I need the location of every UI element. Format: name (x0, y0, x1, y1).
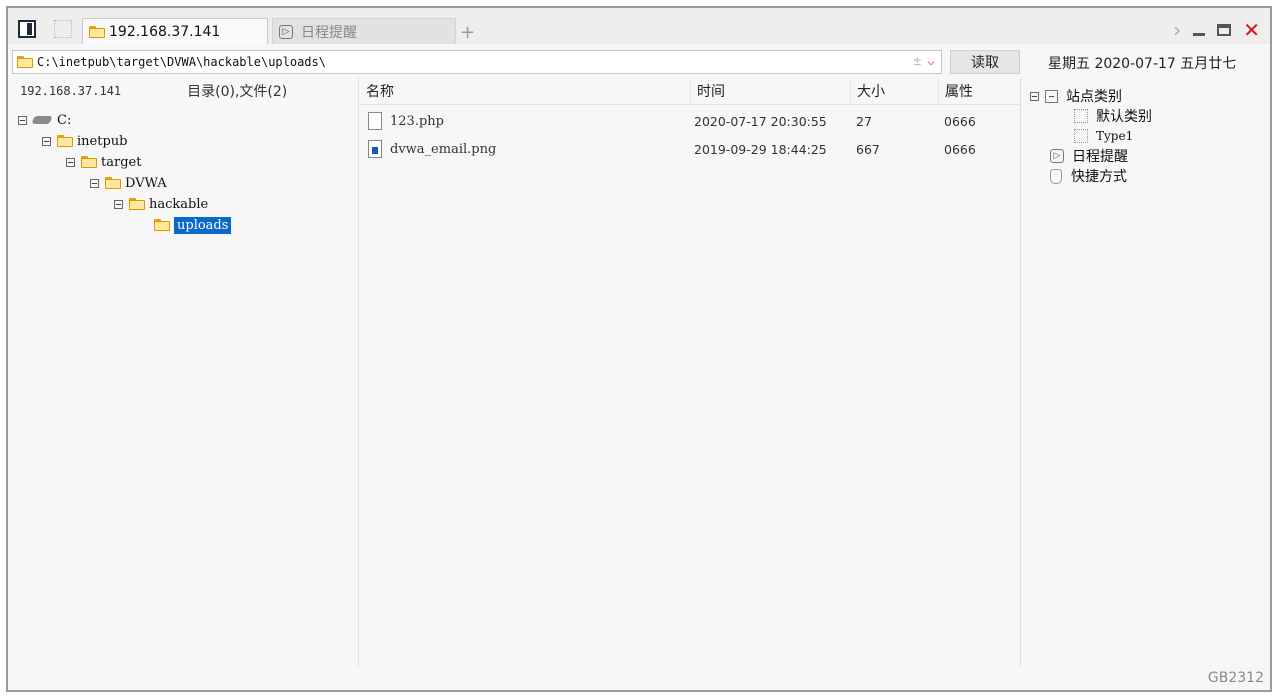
encoding-status[interactable]: GB2312 (1208, 670, 1264, 686)
chevron-right-icon[interactable]: › (1173, 18, 1181, 42)
folder-icon (129, 198, 145, 210)
tree-item-target[interactable]: target (66, 152, 141, 172)
tab-site[interactable]: 192.168.37.141 (82, 18, 268, 44)
folder-icon (81, 156, 97, 168)
directory-header: 192.168.37.141 目录(0),文件(2) (8, 78, 358, 104)
tree-item-label: target (101, 154, 142, 170)
image-file-icon (368, 140, 382, 158)
tab-label: 日程提醒 (301, 24, 357, 41)
date-display: 星期五 2020-07-17 五月廿七 (1048, 56, 1237, 72)
file-icon (368, 112, 382, 130)
file-list-header: 名称 时间 大小 属性 (360, 78, 1020, 105)
folder-icon (17, 56, 33, 68)
path-tools: ± ⌵ (913, 54, 935, 69)
folder-icon (89, 25, 105, 38)
panel-toggle-icon[interactable] (18, 20, 36, 38)
hand-icon (1050, 168, 1062, 184)
category-item-icon (1074, 129, 1088, 143)
collapse-icon[interactable] (42, 136, 51, 146)
file-name: dvwa_email.png (390, 142, 497, 157)
item-count: 目录(0),文件(2) (187, 84, 288, 100)
minimize-button[interactable] (1193, 32, 1206, 36)
collapse-icon[interactable] (90, 178, 99, 188)
path-text: C:\inetpub\target\DVWA\hackable\uploads\ (37, 55, 326, 69)
blank-tab-icon[interactable] (54, 20, 72, 38)
tree-item-hackable[interactable]: hackable (114, 194, 208, 214)
tree-item-label: Type1 (1096, 129, 1134, 143)
file-time: 2020-07-17 20:30:55 (694, 114, 827, 129)
tree-item-site-category[interactable]: 站点类别 (1030, 86, 1122, 106)
file-name: 123.php (390, 114, 444, 129)
schedule-icon: ▷ (1050, 149, 1064, 163)
file-row[interactable]: 123.php 2020-07-17 20:30:55 27 0666 (360, 112, 1020, 136)
tree-item-label: C: (57, 112, 72, 128)
directory-pane: 192.168.37.141 目录(0),文件(2) C: inetpub ta… (8, 78, 359, 666)
category-icon (1045, 89, 1058, 103)
tree-item-default-category[interactable]: 默认类别 (1074, 106, 1152, 126)
tree-item-schedule[interactable]: ▷ 日程提醒 (1050, 146, 1128, 166)
tree-item-inetpub[interactable]: inetpub (42, 131, 127, 151)
category-item-icon (1074, 109, 1088, 123)
file-row[interactable]: dvwa_email.png 2019-09-29 18:44:25 667 0… (360, 140, 1020, 164)
file-list-pane: 名称 时间 大小 属性 123.php 2020-07-17 20:30:55 … (360, 78, 1021, 666)
tab-bar: 192.168.37.141 ▷ 日程提醒 + › ✕ (8, 8, 1270, 44)
tree-item-type1[interactable]: Type1 (1074, 126, 1133, 146)
close-button[interactable]: ✕ (1243, 20, 1260, 40)
collapse-icon[interactable] (1030, 91, 1039, 101)
column-name[interactable]: 名称 (360, 78, 690, 104)
tree-item-shortcuts[interactable]: 快捷方式 (1050, 166, 1127, 186)
drive-icon (31, 116, 53, 124)
file-size: 667 (856, 142, 880, 157)
tab-schedule[interactable]: ▷ 日程提醒 (272, 18, 456, 44)
tree-item-label: 站点类别 (1066, 89, 1122, 105)
category-pane: 站点类别 默认类别 Type1 ▷ 日程提醒 快捷方式 (1022, 78, 1270, 666)
file-attr: 0666 (944, 114, 976, 129)
column-time[interactable]: 时间 (690, 78, 850, 104)
file-time: 2019-09-29 18:44:25 (694, 142, 827, 157)
add-tab-button[interactable]: + (460, 22, 475, 43)
host-ip: 192.168.37.141 (20, 84, 122, 98)
tree-item-drive[interactable]: C: (18, 110, 71, 130)
tab-label: 192.168.37.141 (109, 23, 221, 40)
tree-item-dvwa[interactable]: DVWA (90, 173, 167, 193)
folder-icon (105, 177, 121, 189)
path-input[interactable]: C:\inetpub\target\DVWA\hackable\uploads\… (12, 50, 942, 74)
folder-icon (154, 219, 170, 231)
app-window: 192.168.37.141 ▷ 日程提醒 + › ✕ C:\inetpub\t… (6, 6, 1272, 692)
file-attr: 0666 (944, 142, 976, 157)
read-button[interactable]: 读取 (950, 50, 1020, 74)
tree-item-uploads[interactable]: uploads (154, 215, 232, 235)
tree-item-label: 默认类别 (1096, 109, 1152, 125)
file-size: 27 (856, 114, 872, 129)
tree-item-label: DVWA (125, 175, 167, 191)
column-size[interactable]: 大小 (850, 78, 938, 104)
collapse-icon[interactable] (18, 115, 27, 125)
plus-minus-icon[interactable]: ± (913, 54, 921, 69)
tree-item-label: hackable (149, 196, 209, 212)
tree-item-label: uploads (174, 216, 232, 234)
collapse-icon[interactable] (114, 199, 123, 209)
collapse-icon[interactable] (66, 157, 75, 167)
chevron-down-icon[interactable]: ⌵ (927, 54, 935, 69)
window-controls: › ✕ (1173, 18, 1260, 42)
tree-item-label: 日程提醒 (1072, 149, 1128, 165)
tree-item-label: 快捷方式 (1071, 169, 1127, 185)
tree-item-label: inetpub (77, 133, 128, 149)
maximize-button[interactable] (1217, 24, 1232, 36)
schedule-icon: ▷ (279, 24, 293, 39)
column-attr[interactable]: 属性 (938, 78, 1020, 104)
folder-icon (57, 135, 73, 147)
